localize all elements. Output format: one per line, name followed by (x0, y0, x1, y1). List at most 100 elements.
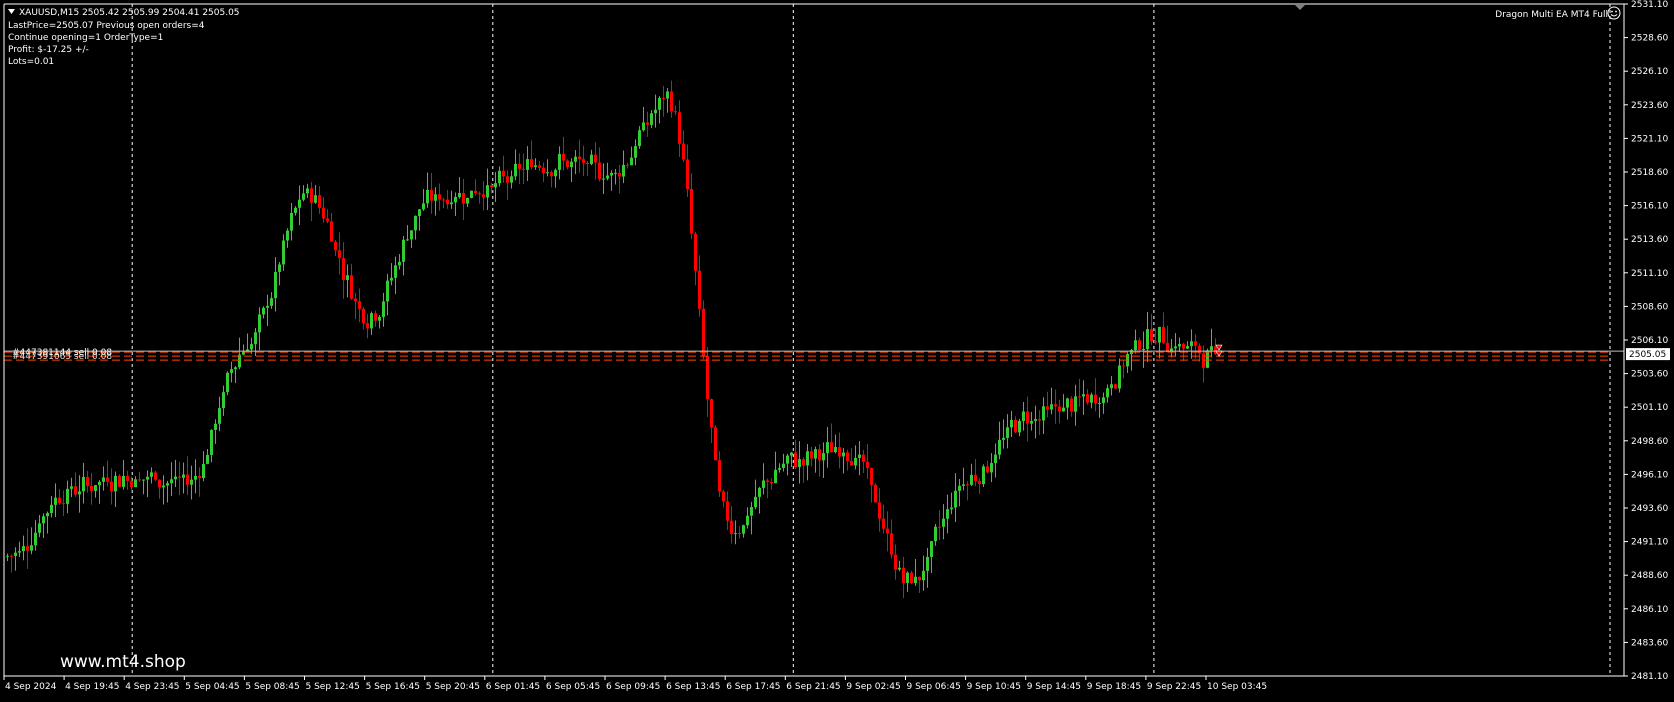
candle (878, 488, 881, 532)
collapse-triangle-icon[interactable] (8, 9, 15, 14)
price-tick-label: 2498.60 (1631, 437, 1668, 447)
candle (1030, 411, 1033, 431)
candle (174, 459, 177, 488)
price-tick-label: 2516.10 (1631, 202, 1668, 212)
candle (698, 255, 701, 317)
candle (1178, 337, 1181, 353)
candle (890, 519, 893, 559)
candle (234, 366, 237, 384)
candle (510, 170, 513, 189)
candle (502, 155, 505, 183)
candle (470, 190, 473, 199)
candle (402, 235, 405, 276)
candle (1118, 358, 1121, 393)
candle (142, 479, 145, 495)
candle (770, 478, 773, 490)
candle (278, 261, 281, 286)
candle (562, 136, 565, 171)
chart-canvas[interactable]: 2531.10 2528.60 2526.10 2523.60 2521.10 2518.… (0, 0, 1674, 698)
candle (122, 460, 125, 490)
candle (594, 142, 597, 180)
candle (202, 451, 205, 482)
candle (1190, 329, 1193, 359)
candle (962, 467, 965, 491)
candle (1070, 396, 1073, 417)
candle (70, 477, 73, 498)
price-tick-label: 2503.60 (1631, 370, 1668, 380)
candle (342, 242, 345, 299)
candle (690, 173, 693, 240)
candle (182, 462, 185, 494)
info-line-4: Lots=0.01 (8, 57, 54, 67)
candle (58, 489, 61, 505)
time-tick-label: 4 Sep 23:45 (125, 682, 179, 692)
candle (646, 111, 649, 137)
candle (258, 307, 261, 351)
candle (186, 456, 189, 496)
time-tick-label: 6 Sep 01:45 (486, 682, 540, 692)
candle (426, 172, 429, 208)
svg-text:2505.05: 2505.05 (1629, 350, 1666, 360)
candle (670, 80, 673, 118)
candle (466, 197, 469, 208)
candle (774, 451, 777, 484)
candle (498, 166, 501, 187)
watermark: www.mt4.shop (60, 652, 186, 672)
candle (486, 168, 489, 211)
candle (162, 475, 165, 505)
axis-layer: 2531.10 2528.60 2526.10 2523.60 2521.10 2518.… (3, 0, 1668, 692)
candle (634, 139, 637, 166)
candle (330, 212, 333, 242)
candle (642, 106, 645, 132)
candle (722, 489, 725, 508)
candle (190, 465, 193, 500)
time-tick-label: 5 Sep 20:45 (426, 682, 480, 692)
candle (306, 183, 309, 198)
candle (22, 535, 25, 561)
price-tick-label: 2518.60 (1631, 168, 1668, 178)
price-chart[interactable]: 2531.10 2528.60 2526.10 2523.60 2521.10 2518.… (0, 0, 1674, 698)
candle (730, 506, 733, 544)
candle (454, 192, 457, 216)
candle (922, 555, 925, 591)
candle (310, 181, 313, 222)
price-tick-label: 2496.10 (1631, 470, 1668, 480)
candle (318, 186, 321, 214)
candle (358, 288, 361, 323)
candle (778, 463, 781, 473)
candle (598, 147, 601, 182)
candle (590, 149, 593, 166)
candle (422, 188, 425, 211)
candle (150, 467, 153, 484)
candle (1082, 380, 1085, 415)
price-tick-label: 2526.10 (1631, 67, 1668, 77)
candle (886, 511, 889, 552)
candle (958, 479, 961, 507)
candle (10, 554, 13, 573)
candle (98, 480, 101, 504)
candle (902, 556, 905, 599)
time-tick-label: 6 Sep 09:45 (606, 682, 660, 692)
candle (166, 480, 169, 503)
candle (838, 432, 841, 469)
candle (798, 441, 801, 484)
candle (414, 215, 417, 240)
candle (154, 470, 157, 482)
time-tick-label: 9 Sep 02:45 (846, 682, 900, 692)
candle (530, 140, 533, 170)
candle (1090, 392, 1093, 409)
price-tick-label: 2486.10 (1631, 605, 1668, 615)
shift-marker-icon[interactable] (1295, 5, 1305, 10)
candle (1166, 325, 1169, 353)
candle (1194, 334, 1197, 359)
candle (418, 209, 421, 231)
candle (434, 187, 437, 216)
time-tick-label: 9 Sep 10:45 (967, 682, 1021, 692)
candle (542, 162, 545, 183)
time-tick-label: 6 Sep 21:45 (786, 682, 840, 692)
candle (170, 462, 173, 496)
candle (1110, 376, 1113, 396)
time-tick-label: 4 Sep 19:45 (65, 682, 119, 692)
candle (538, 160, 541, 171)
candle (82, 462, 85, 504)
